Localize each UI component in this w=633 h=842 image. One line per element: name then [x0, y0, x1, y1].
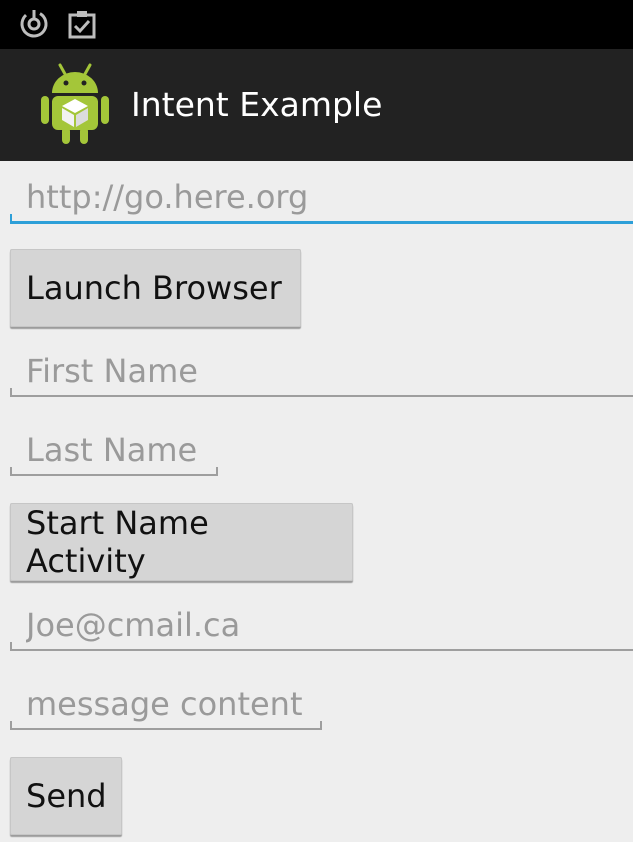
first-name-input[interactable]	[26, 349, 629, 393]
message-input[interactable]	[26, 682, 318, 726]
send-button[interactable]: Send	[10, 757, 122, 835]
email-input[interactable]	[26, 603, 629, 647]
android-robot-icon	[41, 63, 109, 144]
status-bar	[0, 0, 633, 49]
message-field[interactable]	[10, 682, 322, 730]
main-content: Launch Browser Start Name Activity Send	[0, 161, 633, 842]
url-field[interactable]	[10, 175, 633, 224]
url-input[interactable]	[26, 175, 629, 219]
first-name-field[interactable]	[10, 349, 633, 397]
app-title: Intent Example	[131, 85, 383, 124]
action-bar: Intent Example	[0, 49, 633, 161]
start-name-activity-button[interactable]: Start Name Activity	[10, 503, 353, 581]
last-name-field[interactable]	[10, 428, 218, 476]
launch-browser-button[interactable]: Launch Browser	[10, 249, 301, 327]
email-field[interactable]	[10, 603, 633, 651]
last-name-input[interactable]	[26, 428, 214, 472]
clipboard-check-icon	[68, 11, 96, 39]
sync-icon	[20, 10, 48, 38]
